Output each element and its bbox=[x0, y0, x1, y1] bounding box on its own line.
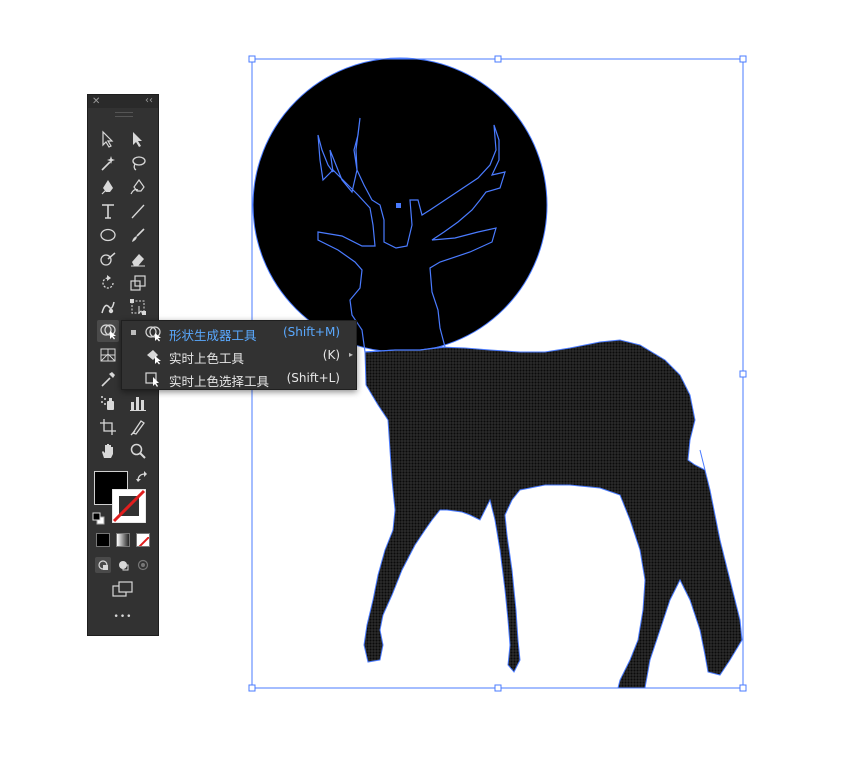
shape-builder-flyout: 形状生成器工具 (Shift+M) 实时上色工具 (K) ▸ 实时上色选择工具 … bbox=[121, 320, 357, 390]
shape-builder-tool-icon[interactable] bbox=[97, 320, 119, 342]
flyout-item-shortcut: (Shift+L) bbox=[286, 371, 340, 385]
type-tool-icon[interactable] bbox=[97, 200, 119, 222]
ellipse-tool-icon[interactable] bbox=[97, 224, 119, 246]
panel-titlebar[interactable]: ✕ ‹‹ bbox=[88, 95, 158, 108]
flyout-item-label: 实时上色工具 bbox=[169, 351, 245, 366]
line-segment-tool-icon[interactable] bbox=[127, 200, 149, 222]
rotate-tool-icon[interactable] bbox=[97, 272, 119, 294]
selection-tool-icon[interactable] bbox=[97, 128, 119, 150]
direct-selection-tool-icon[interactable] bbox=[127, 128, 149, 150]
slice-tool-icon[interactable] bbox=[127, 416, 149, 438]
draw-behind-icon[interactable] bbox=[115, 557, 131, 573]
live-paint-selection-icon bbox=[145, 372, 159, 387]
default-fill-stroke-icon[interactable] bbox=[92, 510, 105, 529]
zoom-tool-icon[interactable] bbox=[127, 440, 149, 462]
collapse-icon[interactable]: ‹‹ bbox=[145, 95, 153, 106]
eyedropper-tool-icon[interactable] bbox=[97, 368, 119, 390]
draw-normal-icon[interactable] bbox=[95, 557, 111, 573]
edit-toolbar-icon[interactable]: ••• bbox=[111, 612, 135, 622]
flyout-item-label: 形状生成器工具 bbox=[169, 328, 257, 343]
deer-body[interactable] bbox=[363, 339, 743, 689]
flyout-item-shape-builder[interactable]: 形状生成器工具 (Shift+M) bbox=[122, 321, 356, 345]
color-mode-button[interactable] bbox=[96, 533, 110, 547]
flyout-item-shortcut: (K) bbox=[322, 348, 340, 362]
submenu-arrow-icon: ▸ bbox=[348, 350, 353, 359]
stroke-swatch[interactable] bbox=[112, 489, 146, 523]
shape-builder-icon bbox=[145, 326, 161, 342]
screen-mode-icon[interactable] bbox=[112, 581, 134, 599]
panel-grip[interactable] bbox=[115, 112, 133, 117]
close-icon[interactable]: ✕ bbox=[92, 96, 100, 107]
perspective-grid-tool-icon[interactable] bbox=[97, 344, 119, 366]
none-mode-button[interactable] bbox=[136, 533, 150, 547]
flyout-item-shortcut: (Shift+M) bbox=[282, 325, 340, 339]
selected-bullet-icon bbox=[131, 330, 136, 335]
lasso-tool-icon[interactable] bbox=[127, 152, 149, 174]
flyout-item-live-paint-selection[interactable]: 实时上色选择工具 (Shift+L) bbox=[122, 367, 356, 391]
pen-tool-icon[interactable] bbox=[97, 176, 119, 198]
hand-tool-icon[interactable] bbox=[97, 440, 119, 462]
flyout-item-live-paint-bucket[interactable]: 实时上色工具 (K) ▸ bbox=[122, 344, 356, 368]
column-graph-tool-icon[interactable] bbox=[127, 392, 149, 414]
paintbrush-tool-icon[interactable] bbox=[127, 224, 149, 246]
warp-tool-icon[interactable] bbox=[97, 296, 119, 318]
anchor-point[interactable] bbox=[396, 203, 401, 208]
eraser-tool-icon[interactable] bbox=[127, 248, 149, 270]
live-paint-bucket-icon bbox=[147, 350, 161, 365]
draw-inside-icon[interactable] bbox=[135, 557, 151, 573]
artboard-tool-icon[interactable] bbox=[97, 416, 119, 438]
curvature-tool-icon[interactable] bbox=[127, 176, 149, 198]
free-transform-tool-icon[interactable] bbox=[127, 296, 149, 318]
shaper-tool-icon[interactable] bbox=[97, 248, 119, 270]
scale-tool-icon[interactable] bbox=[127, 272, 149, 294]
gradient-mode-button[interactable] bbox=[116, 533, 130, 547]
swap-fill-stroke-icon[interactable] bbox=[135, 469, 149, 488]
flyout-item-label: 实时上色选择工具 bbox=[169, 374, 270, 389]
magic-wand-tool-icon[interactable] bbox=[97, 152, 119, 174]
symbol-sprayer-tool-icon[interactable] bbox=[97, 392, 119, 414]
